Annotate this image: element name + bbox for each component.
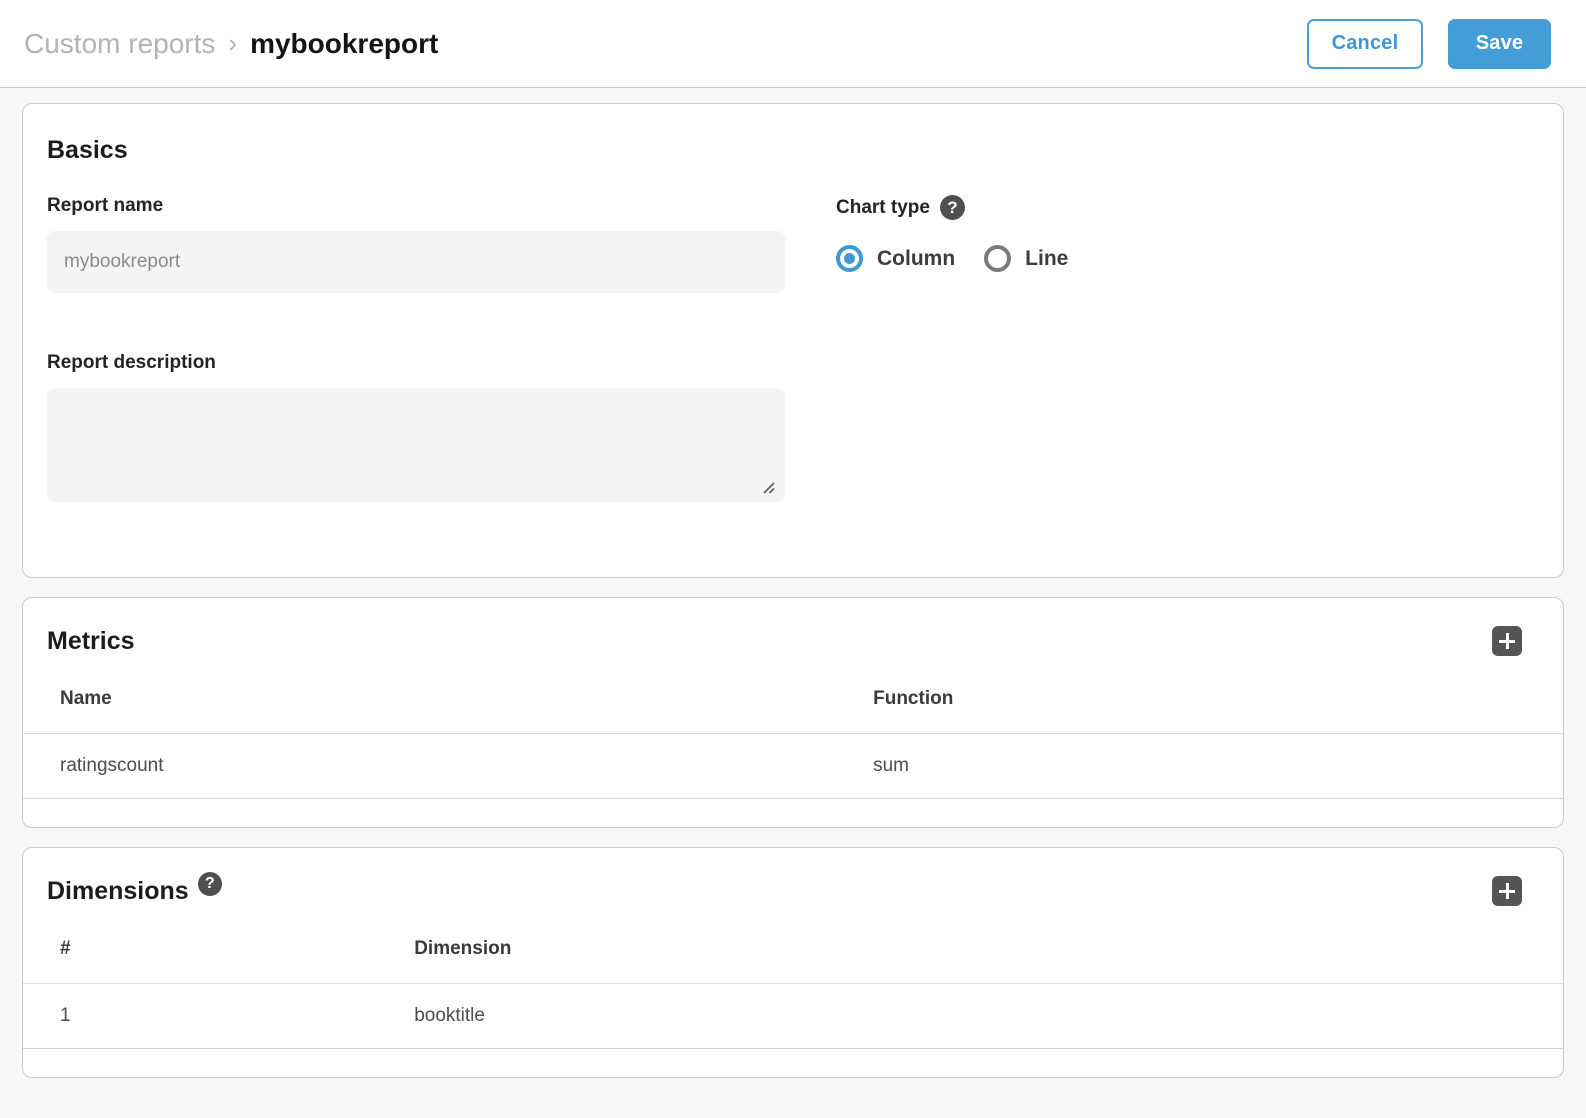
- chart-type-radio-group: Column Line: [836, 245, 1068, 272]
- dimension-index-cell: 1: [23, 984, 377, 1049]
- report-description-label: Report description: [47, 352, 785, 374]
- metrics-card: Metrics Name Function ratingscount sum: [22, 597, 1564, 828]
- report-description-textarea[interactable]: [47, 388, 785, 502]
- metrics-table-header-row: Name Function: [23, 664, 1563, 734]
- topbar-actions: Cancel Save: [1307, 19, 1551, 69]
- chart-type-group: Chart type ? Column Line: [836, 195, 1068, 502]
- dimensions-help-icon[interactable]: ?: [198, 872, 222, 896]
- metric-name-cell: ratingscount: [23, 734, 836, 799]
- chart-type-radio-column[interactable]: Column: [836, 245, 955, 272]
- dimensions-card-head: Dimensions ?: [23, 848, 1563, 906]
- chevron-right-icon: ›: [228, 28, 237, 59]
- plus-icon: [1492, 626, 1522, 656]
- breadcrumb-parent-link[interactable]: Custom reports: [24, 28, 215, 60]
- report-name-label: Report name: [47, 195, 785, 217]
- resize-handle-icon[interactable]: [761, 480, 776, 495]
- metrics-card-head: Metrics: [23, 598, 1563, 656]
- dimensions-section-title: Dimensions: [47, 877, 189, 906]
- save-button[interactable]: Save: [1448, 19, 1551, 69]
- add-metric-button[interactable]: [1492, 626, 1522, 656]
- report-description-wrap: [47, 388, 785, 502]
- report-name-input[interactable]: [47, 231, 785, 293]
- metrics-table-row[interactable]: ratingscount sum: [23, 734, 1563, 799]
- cancel-button[interactable]: Cancel: [1307, 19, 1423, 69]
- metrics-section-title: Metrics: [47, 627, 135, 656]
- radio-button-icon: [984, 245, 1011, 272]
- report-description-field-group: Report description: [47, 352, 785, 502]
- chart-type-option-label: Line: [1025, 247, 1068, 271]
- metrics-table: Name Function ratingscount sum: [23, 664, 1563, 799]
- basics-left-column: Report name Report description: [47, 195, 785, 502]
- metrics-column-header-name: Name: [23, 664, 836, 734]
- plus-icon: [1492, 876, 1522, 906]
- dimensions-card: Dimensions ? # Dimension 1 booktitle: [22, 847, 1564, 1078]
- dimensions-column-header-dimension: Dimension: [377, 914, 1563, 984]
- dimension-name-cell: booktitle: [377, 984, 1563, 1049]
- dimensions-table: # Dimension 1 booktitle: [23, 914, 1563, 1049]
- basics-card: Basics Report name Report description: [22, 103, 1564, 578]
- dimensions-head-title: Dimensions ?: [47, 877, 222, 906]
- dimensions-table-row[interactable]: 1 booktitle: [23, 984, 1563, 1049]
- page-title: mybookreport: [250, 28, 438, 60]
- chart-type-option-label: Column: [877, 247, 955, 271]
- topbar: Custom reports › mybookreport Cancel Sav…: [0, 0, 1586, 88]
- chart-type-help-icon[interactable]: ?: [940, 195, 965, 220]
- breadcrumb: Custom reports › mybookreport: [24, 28, 438, 60]
- basics-grid: Report name Report description: [47, 195, 1539, 502]
- radio-button-icon: [836, 245, 863, 272]
- dimensions-column-header-index: #: [23, 914, 377, 984]
- dimensions-table-header-row: # Dimension: [23, 914, 1563, 984]
- report-editor: Basics Report name Report description: [0, 88, 1586, 1089]
- metrics-head-title: Metrics: [47, 627, 135, 656]
- metric-function-cell: sum: [836, 734, 1563, 799]
- chart-type-label: Chart type: [836, 197, 930, 219]
- report-name-field-group: Report name: [47, 195, 785, 293]
- metrics-column-header-function: Function: [836, 664, 1563, 734]
- chart-type-radio-line[interactable]: Line: [984, 245, 1068, 272]
- basics-section-title: Basics: [47, 136, 1539, 165]
- chart-type-label-row: Chart type ?: [836, 195, 1068, 220]
- add-dimension-button[interactable]: [1492, 876, 1522, 906]
